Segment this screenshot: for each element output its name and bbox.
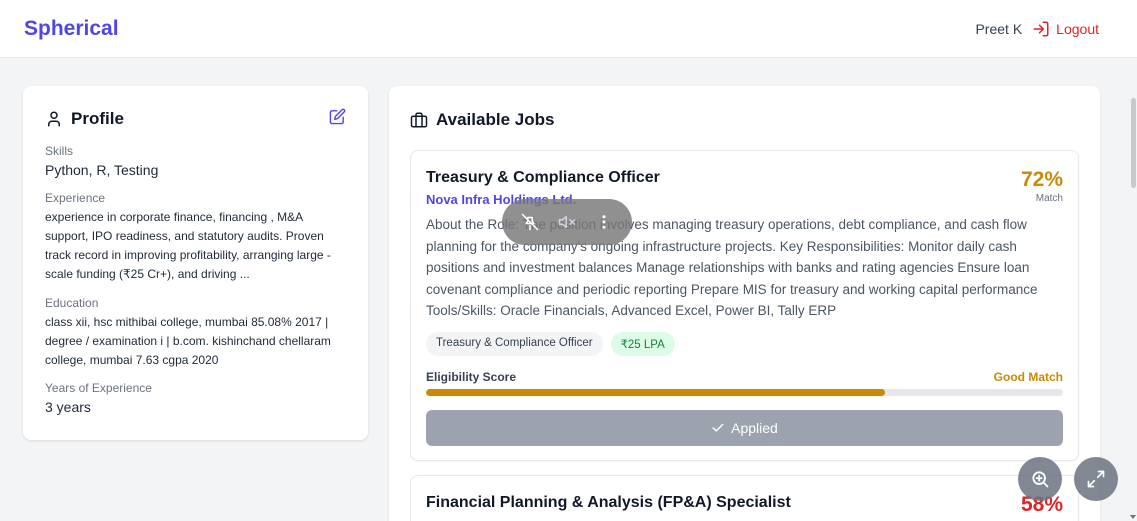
logout-button[interactable]: Logout <box>1032 20 1099 38</box>
salary-tag: ₹25 LPA <box>610 331 675 356</box>
more-vertical-icon[interactable] <box>595 213 613 231</box>
experience-label: Experience <box>45 190 106 205</box>
eligibility-status: Good Match <box>993 369 1063 384</box>
logout-icon <box>1033 21 1049 36</box>
eligibility-label: Eligibility Score <box>426 369 517 384</box>
profile-card: Profile Skills Python, R, Testing Experi… <box>23 86 368 440</box>
eligibility-progress-fill <box>426 388 885 396</box>
education-field: Education class xii, hsc mithibai colleg… <box>45 296 346 371</box>
experience-field: Experience experience in corporate finan… <box>45 191 346 285</box>
media-overlay-controls <box>502 199 632 245</box>
skills-field: Skills Python, R, Testing <box>45 144 346 180</box>
profile-header: Profile <box>45 108 346 130</box>
role-tag: Treasury & Compliance Officer <box>426 331 603 356</box>
education-value: class xii, hsc mithibai college, mumbai … <box>45 314 331 368</box>
years-value: 3 years <box>45 399 91 416</box>
expand-icon <box>1087 470 1105 488</box>
scroll-down-arrow[interactable] <box>1130 515 1136 519</box>
profile-title-label: Profile <box>71 109 124 128</box>
jobs-title-label: Available Jobs <box>436 110 555 129</box>
job-card[interactable]: Treasury & Compliance Officer Nova Infra… <box>410 150 1079 461</box>
experience-value: experience in corporate finance, financi… <box>45 209 331 282</box>
match-score: 72% Match <box>1021 169 1063 204</box>
user-icon <box>48 111 60 127</box>
job-tags: Treasury & Compliance Officer ₹25 LPA <box>426 331 1063 356</box>
job-card[interactable]: Financial Planning & Analysis (FP&A) Spe… <box>410 474 1079 521</box>
user-area: Preet K Logout <box>975 20 1099 38</box>
page-scrollbar[interactable] <box>1130 58 1137 521</box>
zoom-in-icon <box>1032 471 1049 488</box>
job-title: Financial Planning & Analysis (FP&A) Spe… <box>426 493 791 511</box>
job-header: Financial Planning & Analysis (FP&A) Spe… <box>426 494 1063 515</box>
briefcase-icon <box>410 112 428 128</box>
match-percentage: 72% <box>1020 168 1063 191</box>
match-label: Match <box>1035 193 1063 204</box>
zoom-button[interactable] <box>1018 457 1062 501</box>
eligibility-row: Eligibility Score Good Match <box>426 370 1063 384</box>
brand-logo[interactable]: Spherical <box>24 17 119 41</box>
years-label: Years of Experience <box>45 381 152 396</box>
job-title: Treasury & Compliance Officer <box>426 169 660 186</box>
unpin-icon[interactable] <box>521 213 539 231</box>
skills-label: Skills <box>45 144 74 158</box>
eligibility-progress-bar <box>426 388 1063 396</box>
top-bar: Spherical Preet K Logout <box>0 0 1137 58</box>
edit-icon <box>329 108 346 125</box>
check-icon <box>712 423 724 432</box>
skills-value: Python, R, Testing <box>45 162 159 178</box>
applied-button[interactable]: Applied <box>426 409 1063 446</box>
years-field: Years of Experience 3 years <box>45 381 346 417</box>
user-name: Preet K <box>975 20 1023 37</box>
mute-icon[interactable] <box>558 213 576 231</box>
jobs-panel: Available Jobs Treasury & Compliance Off… <box>389 86 1100 521</box>
edit-profile-button[interactable] <box>329 108 346 130</box>
scrollbar-thumb[interactable] <box>1131 98 1136 188</box>
jobs-title: Available Jobs <box>410 110 1079 130</box>
profile-title: Profile <box>45 109 124 129</box>
applied-label: Applied <box>731 419 778 436</box>
education-label: Education <box>45 295 99 310</box>
logout-label: Logout <box>1056 20 1099 37</box>
expand-button[interactable] <box>1074 457 1118 501</box>
